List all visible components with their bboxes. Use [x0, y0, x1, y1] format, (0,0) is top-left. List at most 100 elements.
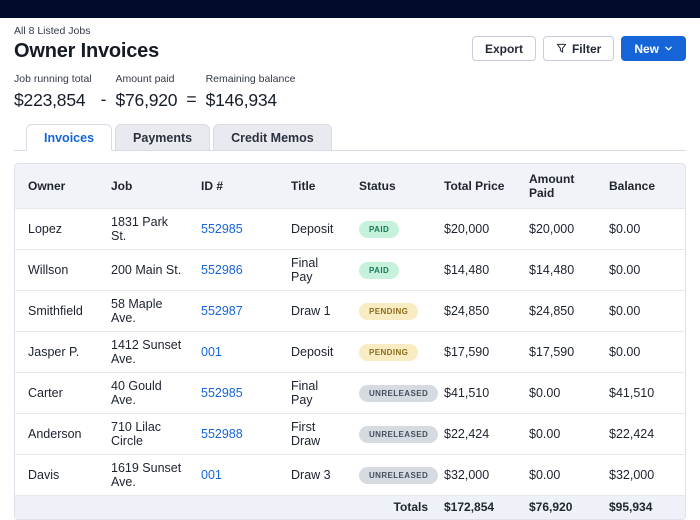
tab-payments[interactable]: Payments: [115, 124, 210, 151]
totals-total-price: $172,854: [436, 496, 521, 519]
totals-label: Totals: [15, 496, 436, 519]
invoice-id-link[interactable]: 001: [201, 468, 222, 482]
owner-cell: Anderson: [15, 414, 103, 455]
amount-paid-cell: $14,480: [521, 250, 601, 291]
total-price-cell: $24,850: [436, 291, 521, 332]
status-cell: PENDING: [351, 332, 436, 373]
id-cell: 001: [193, 332, 283, 373]
table-header-row: Owner Job ID # Title Status Total Price …: [15, 164, 685, 209]
amount-paid-cell: $0.00: [521, 414, 601, 455]
id-cell: 552985: [193, 373, 283, 414]
filter-button[interactable]: Filter: [543, 36, 614, 61]
status-badge: UNRELEASED: [359, 385, 438, 402]
status-badge: PAID: [359, 221, 399, 238]
column-header-id: ID #: [193, 164, 283, 209]
status-cell: PAID: [351, 250, 436, 291]
job-cell: 40 Gould Ave.: [103, 373, 193, 414]
invoice-id-link[interactable]: 001: [201, 345, 222, 359]
invoices-table-container: Owner Job ID # Title Status Total Price …: [14, 163, 686, 520]
owner-cell: Willson: [15, 250, 103, 291]
title-cell: Deposit: [283, 332, 351, 373]
summary-label: Remaining balance: [206, 73, 296, 85]
id-cell: 001: [193, 455, 283, 496]
table-row: Jasper P.1412 Sunset Ave.001DepositPENDI…: [15, 332, 685, 373]
status-cell: PAID: [351, 209, 436, 250]
export-button-label: Export: [485, 42, 523, 56]
owner-cell: Smithfield: [15, 291, 103, 332]
balance-cell: $41,510: [601, 373, 685, 414]
column-header-status: Status: [351, 164, 436, 209]
invoice-id-link[interactable]: 552986: [201, 263, 243, 277]
column-header-total-price: Total Price: [436, 164, 521, 209]
amount-paid-cell: $17,590: [521, 332, 601, 373]
filter-button-label: Filter: [572, 42, 601, 56]
amount-paid-cell: $0.00: [521, 455, 601, 496]
summary-bar: Job running total $223,854 - Amount paid…: [14, 73, 686, 111]
total-price-cell: $20,000: [436, 209, 521, 250]
invoice-id-link[interactable]: 552985: [201, 222, 243, 236]
new-button[interactable]: New: [621, 36, 686, 61]
table-row: Smithfield58 Maple Ave. 552987 Draw 1 PENDI…: [15, 291, 685, 332]
totals-row: Totals $172,854 $76,920 $95,934: [15, 496, 685, 519]
total-price-cell: $41,510: [436, 373, 521, 414]
title-cell: First Draw: [283, 414, 351, 455]
new-button-label: New: [634, 42, 659, 56]
page-title: Owner Invoices: [14, 40, 159, 63]
totals-amount-paid: $76,920: [521, 496, 601, 519]
column-header-title: Title: [283, 164, 351, 209]
id-cell: 552986: [193, 250, 283, 291]
amount-paid-cell: $20,000: [521, 209, 601, 250]
total-price-cell: $22,424: [436, 414, 521, 455]
title-cell: Draw 3: [283, 455, 351, 496]
tab-credit-memos[interactable]: Credit Memos: [213, 124, 332, 151]
summary-amount-paid: Amount paid $76,920: [115, 73, 177, 111]
owner-cell: Jasper P.: [15, 332, 103, 373]
status-cell: UNRELEASED: [351, 455, 436, 496]
totals-balance: $95,934: [601, 496, 685, 519]
invoice-id-link[interactable]: 552988: [201, 427, 243, 441]
minus-operator: -: [101, 89, 107, 111]
breadcrumb: All 8 Listed Jobs: [14, 25, 159, 37]
total-price-cell: $17,590: [436, 332, 521, 373]
export-button[interactable]: Export: [472, 36, 536, 61]
table-row: Carter40 Gould Ave. 552985 Final Pay UNRELE…: [15, 373, 685, 414]
title-cell: Final Pay: [283, 250, 351, 291]
status-cell: PENDING: [351, 291, 436, 332]
tab-invoices[interactable]: Invoices: [26, 124, 112, 151]
owner-cell: Carter: [15, 373, 103, 414]
title-cell: Final Pay: [283, 373, 351, 414]
page-content: All 8 Listed Jobs Owner Invoices Export …: [0, 25, 700, 520]
id-cell: 552987: [193, 291, 283, 332]
job-cell: 1619 Sunset Ave.: [103, 455, 193, 496]
amount-paid-cell: $24,850: [521, 291, 601, 332]
invoice-id-link[interactable]: 552985: [201, 386, 243, 400]
column-header-owner: Owner: [15, 164, 103, 209]
table-row: Davis1619 Sunset Ave. 001 Draw 3UNRELEASED…: [15, 455, 685, 496]
owner-cell: Davis: [15, 455, 103, 496]
title-cell: Draw 1: [283, 291, 351, 332]
status-cell: UNRELEASED: [351, 414, 436, 455]
balance-cell: $0.00: [601, 291, 685, 332]
chevron-down-icon: [664, 44, 673, 53]
tab-bar: Invoices Payments Credit Memos: [14, 124, 686, 151]
total-price-cell: $32,000: [436, 455, 521, 496]
summary-remaining-balance: Remaining balance $146,934: [206, 73, 296, 111]
invoice-id-link[interactable]: 552987: [201, 304, 243, 318]
summary-value: $76,920: [115, 90, 177, 111]
summary-label: Job running total: [14, 73, 92, 85]
page-header: All 8 Listed Jobs Owner Invoices Export …: [14, 25, 686, 63]
status-badge: PAID: [359, 262, 399, 279]
id-cell: 552985: [193, 209, 283, 250]
table-row: Willson200 Main St. 552986 Final Pay PAID $1…: [15, 250, 685, 291]
table-row: Anderson710 Lilac Circle552988First Draw…: [15, 414, 685, 455]
owner-cell: Lopez: [15, 209, 103, 250]
balance-cell: $22,424: [601, 414, 685, 455]
invoices-table: Owner Job ID # Title Status Total Price …: [15, 164, 685, 519]
status-badge: PENDING: [359, 303, 418, 320]
job-cell: 200 Main St.: [103, 250, 193, 291]
job-cell: 58 Maple Ave.: [103, 291, 193, 332]
status-badge: PENDING: [359, 344, 418, 361]
header-actions: Export Filter New: [472, 36, 686, 61]
funnel-icon: [556, 43, 567, 54]
status-cell: UNRELEASED: [351, 373, 436, 414]
